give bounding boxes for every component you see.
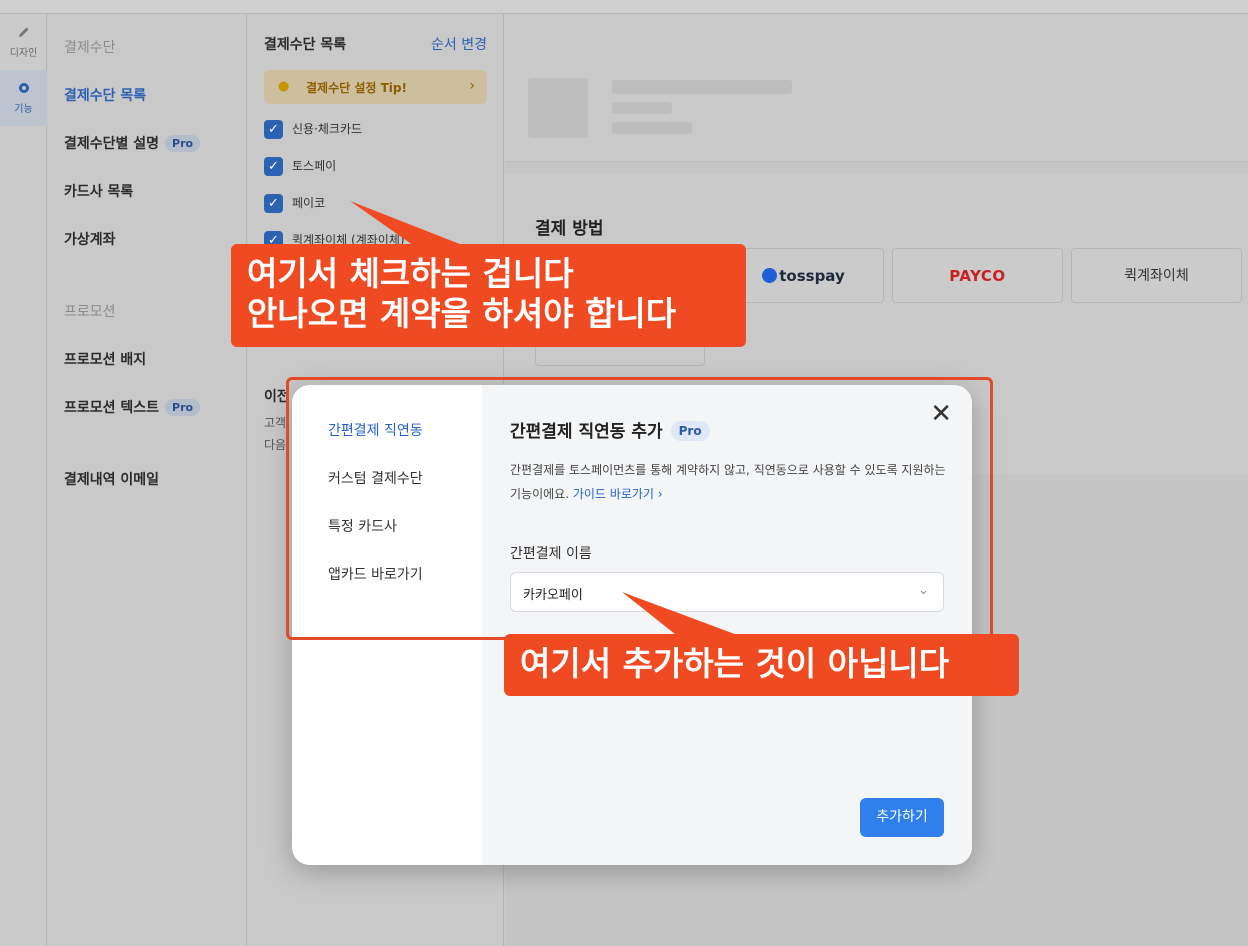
callout2-pointer (622, 592, 740, 638)
callout-line: 여기서 체크하는 겁니다 (247, 254, 574, 293)
annotation-callout-not-here: 여기서 추가하는 것이 아닙니다 (504, 634, 1019, 696)
annotation-callout-check: 여기서 체크하는 겁니다 안나오면 계약을 하셔야 합니다 (231, 244, 746, 347)
callout-line: 안나오면 계약을 하셔야 합니다 (247, 294, 677, 333)
callout1-pointer (350, 201, 470, 250)
annotation-pointers (350, 201, 740, 638)
